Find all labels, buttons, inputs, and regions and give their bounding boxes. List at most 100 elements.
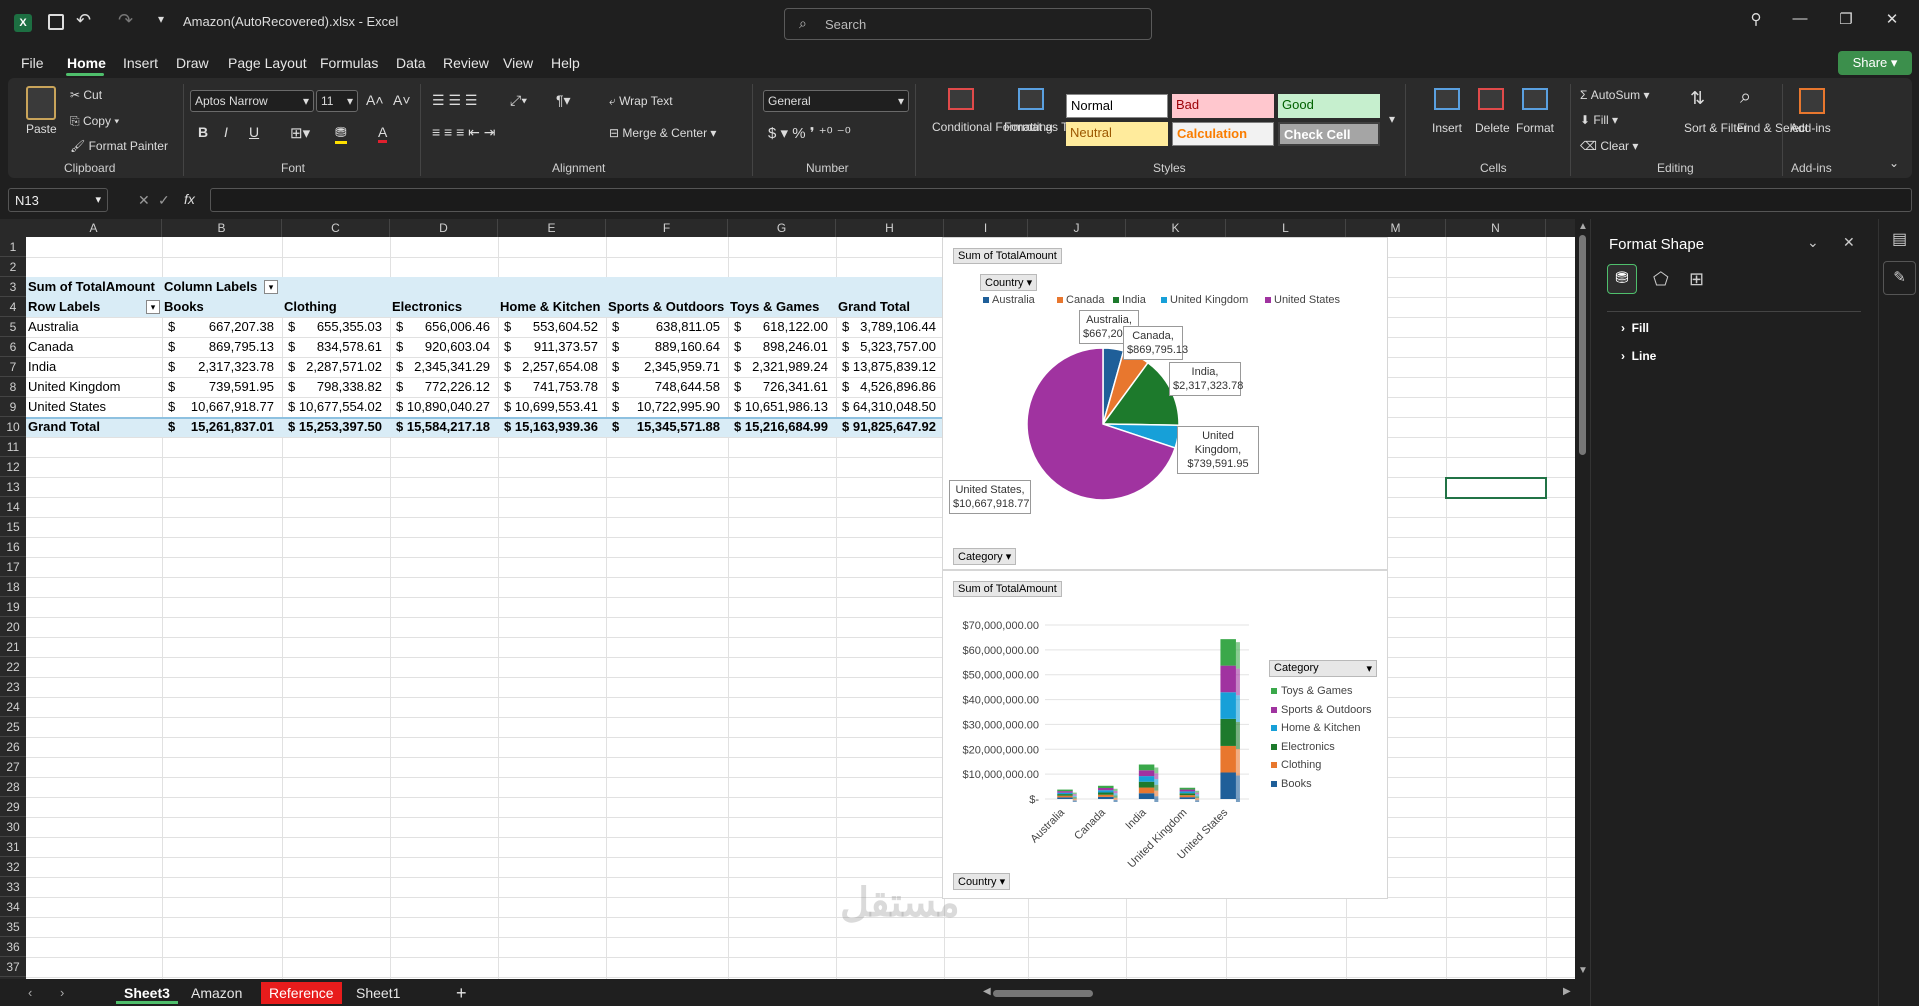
row-header-11[interactable]: 11	[0, 437, 26, 457]
bar-segment-toys-games[interactable]	[1179, 787, 1196, 790]
pivot-row-4-value-3[interactable]: 10,699,553.41	[498, 397, 598, 417]
pivot-row-0-value-3[interactable]: 553,604.52	[498, 317, 598, 337]
bar-segment-toys-games[interactable]	[1220, 639, 1236, 666]
font-size-dropdown[interactable]: 11 ▾	[316, 90, 358, 112]
bar-segment-clothing[interactable]	[1220, 745, 1236, 773]
paste-button[interactable]: Paste	[26, 122, 57, 136]
category-filter-button[interactable]: Category ▾	[953, 548, 1017, 565]
row-header-37[interactable]: 37	[0, 957, 26, 977]
category-legend-button[interactable]: Category ▾	[1269, 660, 1377, 677]
column-header-f[interactable]: F	[606, 219, 728, 237]
font-name-dropdown[interactable]: Aptos Narrow ▾	[190, 90, 314, 112]
column-header-k[interactable]: K	[1126, 219, 1226, 237]
pivot-row-2-value-2[interactable]: 2,345,341.29	[390, 357, 490, 377]
pivot-row-4-value-0[interactable]: 10,667,918.77	[162, 397, 274, 417]
formula-input[interactable]	[210, 188, 1912, 212]
style-bad[interactable]: Bad	[1172, 94, 1274, 118]
row-header-1[interactable]: 1	[0, 237, 26, 257]
borders-icon[interactable]: ⊞▾	[290, 124, 310, 142]
effects-icon[interactable]: ⬠	[1653, 269, 1669, 290]
panel-options-icon[interactable]: ⌄	[1807, 234, 1819, 251]
bar-segment-clothing[interactable]	[1057, 795, 1073, 798]
pivot-row-0-value-5[interactable]: 618,122.00	[728, 317, 828, 337]
tab-insert[interactable]: Insert	[123, 55, 158, 71]
pivot-row-4-value-4[interactable]: 10,722,995.90	[606, 397, 720, 417]
cut-button[interactable]: ✂ Cut	[70, 88, 102, 102]
sort-filter-icon[interactable]: ⇅	[1690, 88, 1705, 109]
rail-format-icon[interactable]: ✎	[1883, 261, 1916, 295]
bar-segment-home-kitchen[interactable]	[1220, 692, 1236, 719]
cancel-icon[interactable]: ✕	[138, 192, 150, 209]
row-header-24[interactable]: 24	[0, 697, 26, 717]
number-format-dropdown[interactable]: General ▾	[763, 90, 909, 112]
bar-segment-toys-games[interactable]	[1057, 789, 1073, 792]
row-header-34[interactable]: 34	[0, 897, 26, 917]
pivot-row-0-value-0[interactable]: 667,207.38	[162, 317, 274, 337]
format-cells-icon[interactable]	[1522, 88, 1548, 110]
format-painter-button[interactable]: 🖌 Format Painter	[70, 139, 168, 153]
conditional-formatting-icon[interactable]	[948, 88, 974, 110]
column-header-b[interactable]: B	[162, 219, 282, 237]
sheet-tab-amazon[interactable]: Amazon	[183, 982, 250, 1004]
row-header-8[interactable]: 8	[0, 377, 26, 397]
scroll-thumb[interactable]	[1579, 235, 1586, 455]
pivot-row-1-value-4[interactable]: 889,160.64	[606, 337, 720, 357]
size-properties-icon[interactable]: ⊞	[1689, 269, 1704, 290]
row-header-13[interactable]: 13	[0, 477, 26, 497]
bar-segment-home-kitchen[interactable]	[1057, 792, 1073, 795]
grow-font-icon[interactable]: A˄	[366, 92, 384, 108]
autosum-button[interactable]: Σ AutoSum ▾	[1580, 88, 1649, 102]
pivot-row-0-value-4[interactable]: 638,811.05	[606, 317, 720, 337]
row-header-29[interactable]: 29	[0, 797, 26, 817]
pivot-row-2-value-6[interactable]: 13,875,839.12	[836, 357, 936, 377]
column-header-n[interactable]: N	[1446, 219, 1546, 237]
row-labels-dropdown-icon[interactable]: ▾	[146, 300, 160, 314]
row-header-5[interactable]: 5	[0, 317, 26, 337]
font-color-icon[interactable]: A	[378, 124, 388, 143]
style-normal[interactable]: Normal	[1066, 94, 1168, 118]
scroll-down-icon[interactable]: ▼	[1578, 965, 1588, 976]
row-labels-filter[interactable]: Row Labels	[28, 297, 100, 317]
styles-more-icon[interactable]: ▾	[1389, 112, 1395, 126]
user-icon[interactable]: ⚲	[1736, 10, 1776, 34]
minimize-icon[interactable]: —	[1780, 10, 1820, 34]
italic-button[interactable]: I	[224, 124, 228, 140]
pivot-row-4-value-2[interactable]: 10,890,040.27	[390, 397, 490, 417]
row-header-17[interactable]: 17	[0, 557, 26, 577]
pivot-row-3-value-2[interactable]: 772,226.12	[390, 377, 490, 397]
bar-segment-toys-games[interactable]	[1098, 785, 1114, 788]
bar-segment-clothing[interactable]	[1098, 794, 1114, 797]
pivot-row-3-label[interactable]: United Kingdom	[28, 377, 121, 397]
pivot-row-3-value-4[interactable]: 748,644.58	[606, 377, 720, 397]
row-header-27[interactable]: 27	[0, 757, 26, 777]
collapse-ribbon-icon[interactable]: ⌄	[1889, 156, 1899, 170]
pivot-row-1-label[interactable]: Canada	[28, 337, 74, 357]
row-header-14[interactable]: 14	[0, 497, 26, 517]
copy-button[interactable]: ⎘ Copy ▾	[70, 114, 119, 129]
save-icon[interactable]	[48, 14, 64, 30]
pivot-row-2-value-4[interactable]: 2,345,959.71	[606, 357, 720, 377]
pivot-row-1-value-0[interactable]: 869,795.13	[162, 337, 274, 357]
pivot-row-3-value-5[interactable]: 726,341.61	[728, 377, 828, 397]
tab-home[interactable]: Home	[67, 55, 106, 71]
pivot-grand-total-value-2[interactable]: 15,584,217.18	[390, 417, 490, 437]
enter-icon[interactable]: ✓	[158, 192, 170, 209]
row-header-30[interactable]: 30	[0, 817, 26, 837]
bar-segment-sports-outdoors[interactable]	[1057, 791, 1073, 793]
pivot-row-3-value-3[interactable]: 741,753.78	[498, 377, 598, 397]
pivot-grand-total-value-0[interactable]: 15,261,837.01	[162, 417, 274, 437]
row-header-2[interactable]: 2	[0, 257, 26, 277]
column-header-m[interactable]: M	[1346, 219, 1446, 237]
pivot-row-1-value-3[interactable]: 911,373.57	[498, 337, 598, 357]
underline-button[interactable]: U	[249, 124, 259, 140]
clear-button[interactable]: ⌫ Clear ▾	[1580, 139, 1638, 153]
insert-cells-icon[interactable]	[1434, 88, 1460, 110]
pivot-row-0-value-6[interactable]: 3,789,106.44	[836, 317, 936, 337]
pivot-row-2-value-3[interactable]: 2,257,654.08	[498, 357, 598, 377]
stacked-column-chart[interactable]: Sum of TotalAmount $- $10,000,000.00 $20,0…	[942, 570, 1388, 899]
column-header-g[interactable]: G	[728, 219, 836, 237]
delete-cells-button[interactable]: Delete	[1475, 121, 1510, 135]
row-header-20[interactable]: 20	[0, 617, 26, 637]
fill-section[interactable]: › Fill	[1621, 321, 1649, 335]
row-header-36[interactable]: 36	[0, 937, 26, 957]
